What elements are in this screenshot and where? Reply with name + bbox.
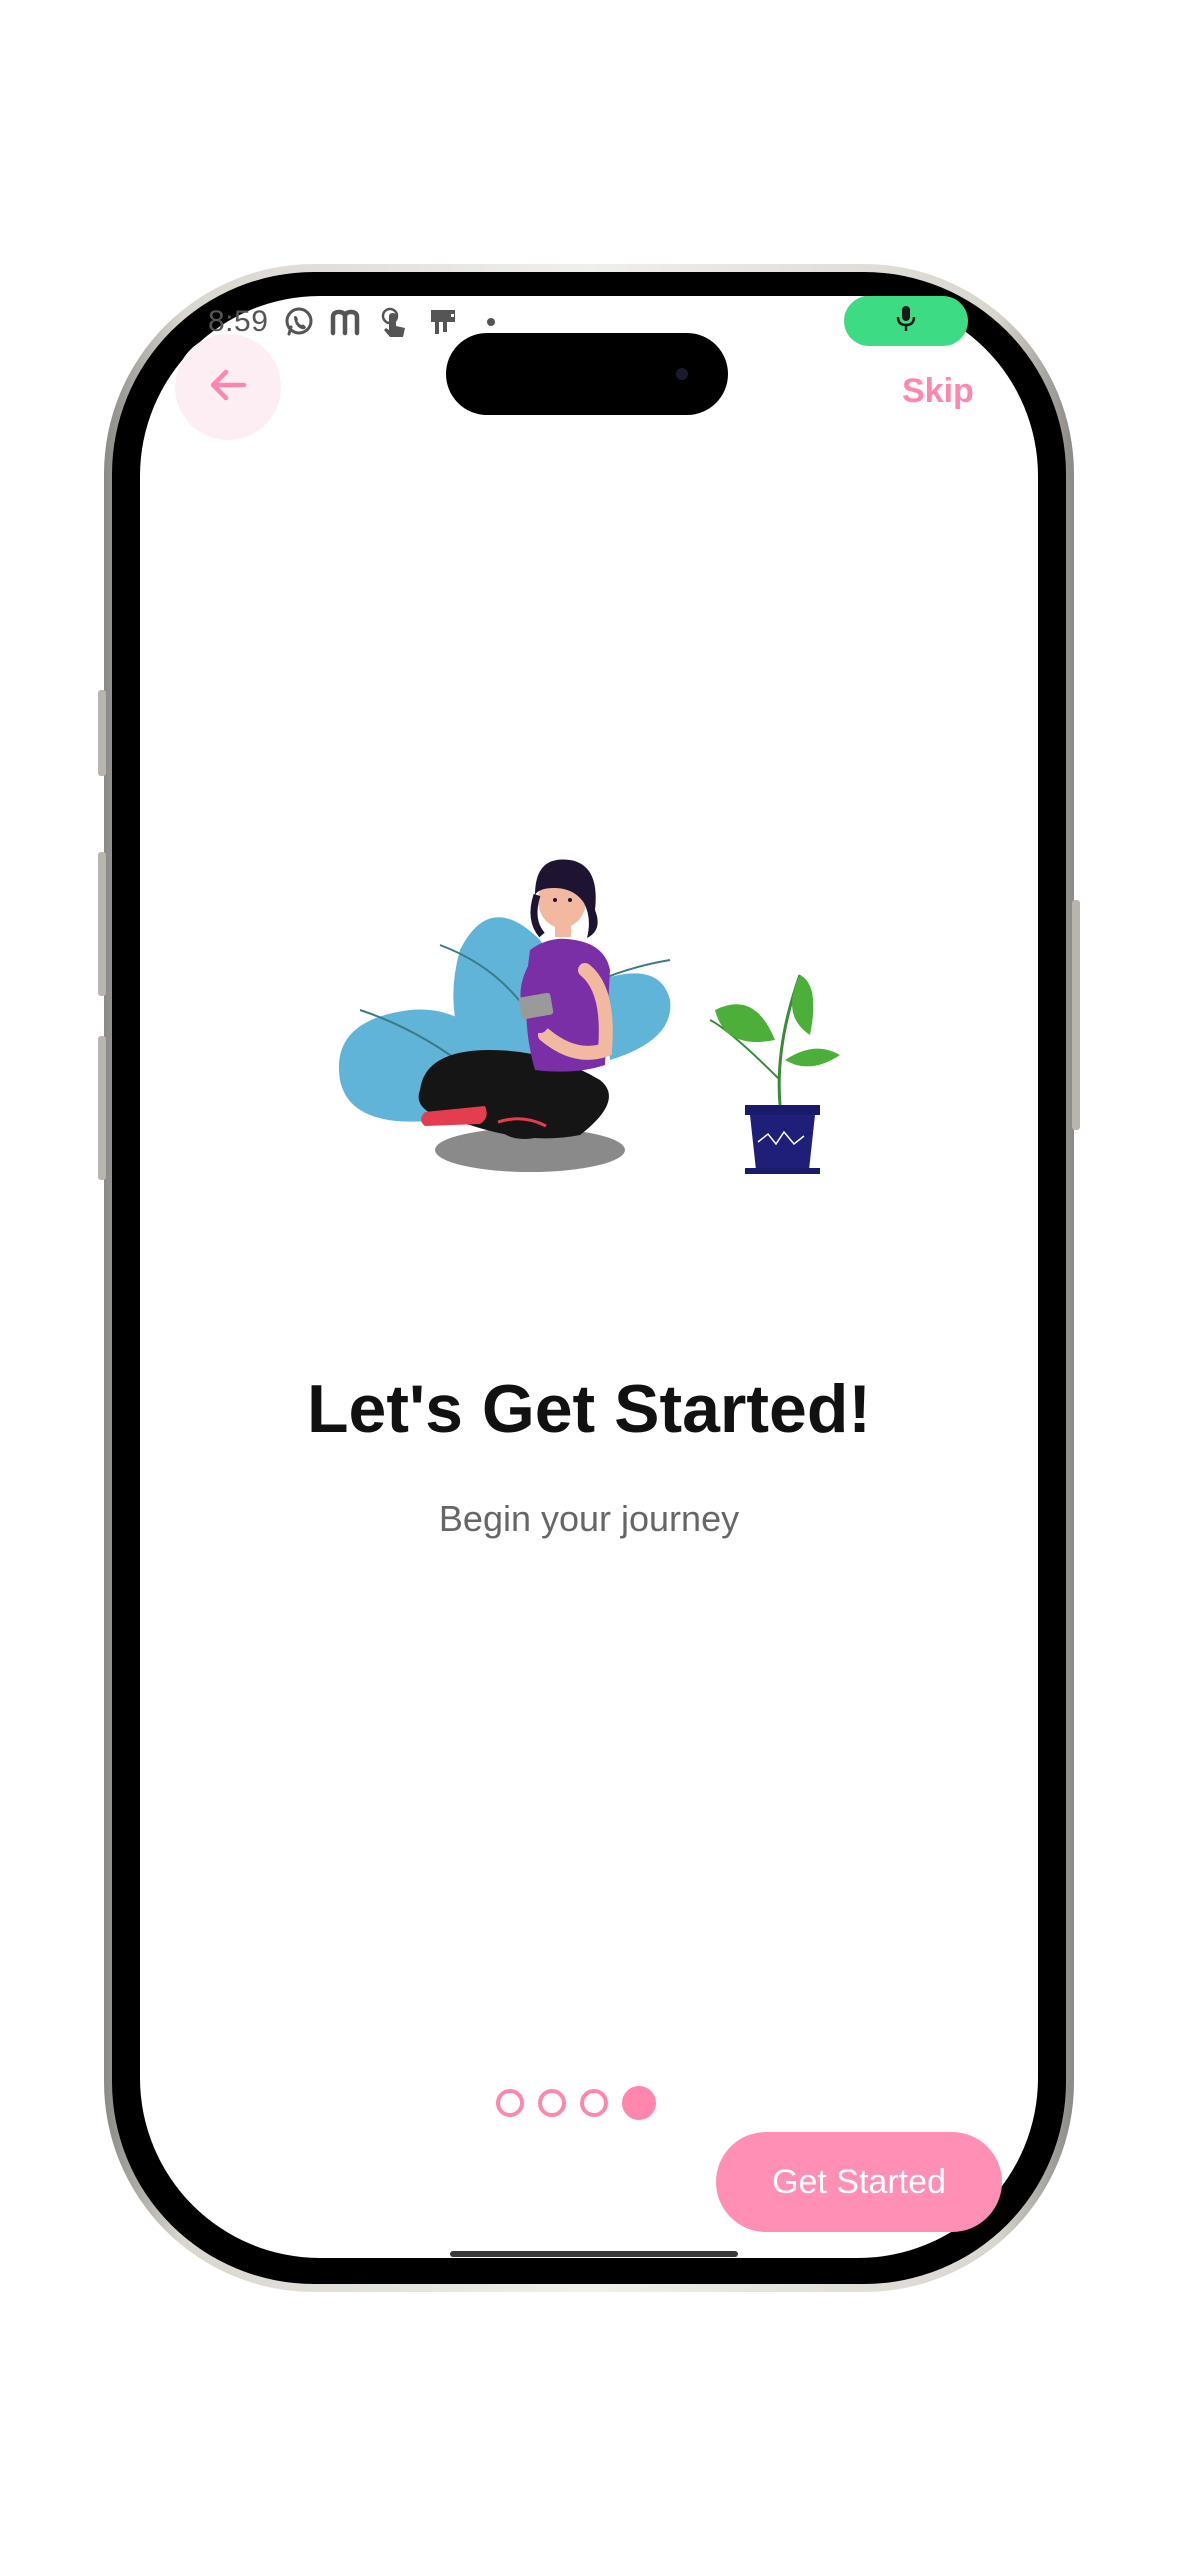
mic-indicator[interactable] (844, 296, 968, 346)
page-dot-3[interactable] (580, 2089, 608, 2117)
power-button (1072, 900, 1080, 1130)
m-app-icon (330, 305, 364, 339)
screen (140, 296, 1038, 2258)
sim-icon (426, 305, 460, 339)
microphone-icon (894, 304, 918, 339)
camera-lens (676, 368, 688, 380)
dynamic-island (446, 333, 728, 415)
status-bar: 8:59 (208, 302, 508, 342)
dot-icon (474, 305, 508, 339)
volume-up-button (98, 852, 106, 996)
page-dot-4-active[interactable] (622, 2086, 656, 2120)
page: 8:59 Skip Let's Get Started! Begin your … (0, 0, 1179, 2556)
skip-button[interactable]: Skip (902, 372, 974, 411)
arrow-left-icon (206, 363, 250, 412)
get-started-button[interactable]: Get Started (716, 2132, 1002, 2232)
home-indicator[interactable] (450, 2251, 738, 2257)
action-button (98, 690, 106, 776)
status-time: 8:59 (208, 305, 269, 338)
onboarding-title: Let's Get Started! (306, 1371, 872, 1447)
page-dot-1[interactable] (496, 2089, 524, 2117)
touch-icon (378, 305, 412, 339)
back-button[interactable] (175, 334, 281, 440)
whatsapp-icon (282, 305, 316, 339)
volume-down-button (98, 1036, 106, 1180)
woman-with-phone-and-plant-illustration (330, 850, 850, 1190)
page-indicator (496, 2086, 656, 2120)
onboarding-subtitle: Begin your journey (438, 1498, 740, 1539)
page-dot-2[interactable] (538, 2089, 566, 2117)
